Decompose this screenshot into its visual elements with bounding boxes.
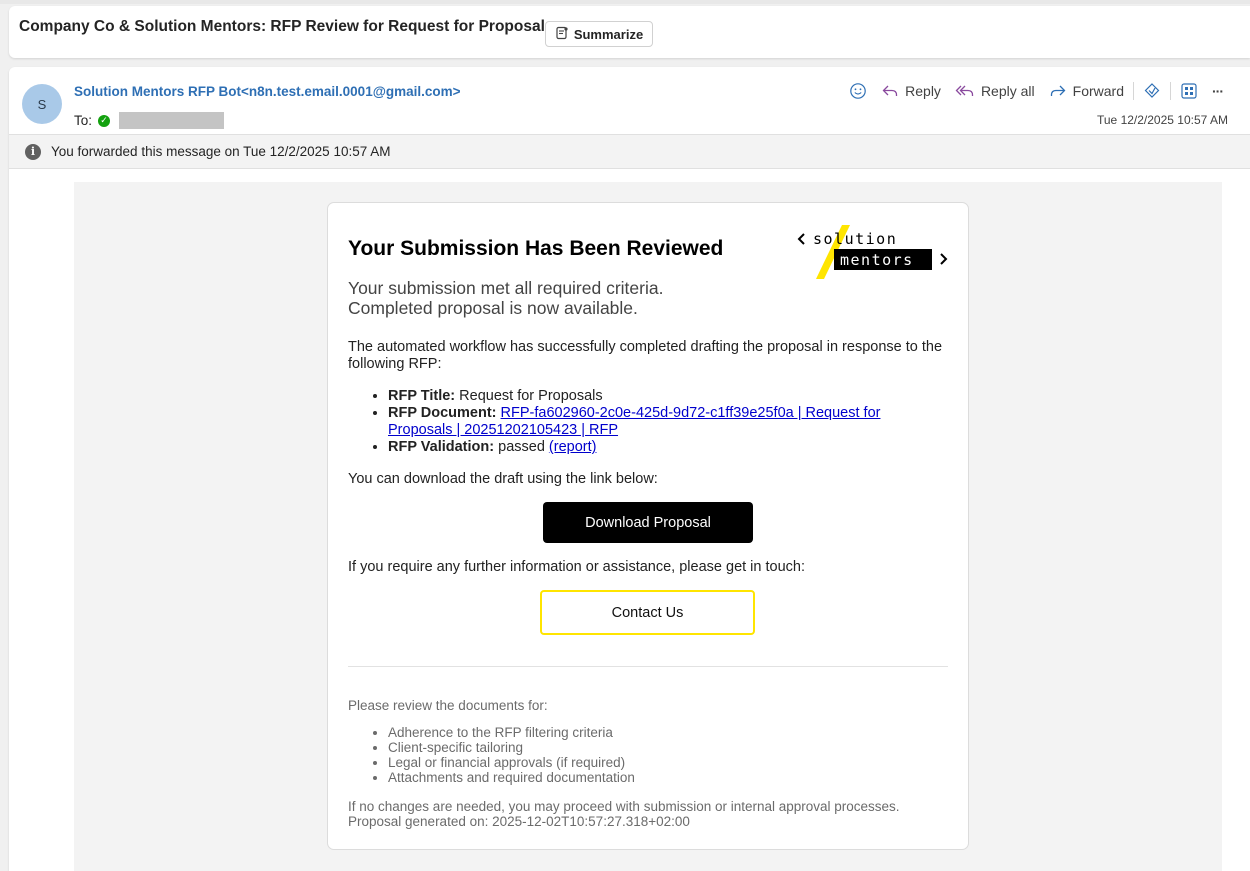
toolbar-separator [1133, 82, 1134, 100]
sender-line[interactable]: Solution Mentors RFP Bot<n8n.test.email.… [74, 84, 461, 99]
forward-button[interactable]: Forward [1042, 79, 1131, 103]
message-actions: Reply Reply all Forward ··· [842, 79, 1230, 103]
subject-header: Company Co & Solution Mentors: RFP Revie… [9, 6, 1250, 58]
reply-arrow-icon [881, 83, 899, 99]
contact-instruction: If you require any further information o… [348, 559, 805, 575]
rfp-validation-label: RFP Validation: [388, 439, 495, 455]
subheading-line-2: Completed proposal is now available. [348, 298, 638, 318]
copilot-icon [1143, 82, 1161, 100]
toolbar-separator [1170, 82, 1171, 100]
review-item: Legal or financial approvals (if require… [388, 755, 635, 770]
intro-paragraph: The automated workflow has successfully … [348, 339, 943, 372]
message-pane: S Solution Mentors RFP Bot<n8n.test.emai… [9, 67, 1250, 871]
redacted-recipient [119, 112, 225, 129]
copilot-button[interactable] [1136, 79, 1168, 103]
proposal-generated-timestamp: Proposal generated on: 2025-12-02T10:57:… [348, 814, 690, 829]
review-item: Adherence to the RFP filtering criteria [388, 725, 635, 740]
rfp-document-label: RFP Document: [388, 405, 497, 421]
review-intro: Please review the documents for: [348, 698, 548, 713]
smiley-icon [849, 82, 867, 100]
message-date: Tue 12/2/2025 10:57 AM [1097, 113, 1228, 127]
content-divider [348, 666, 948, 667]
review-item: Attachments and required documentation [388, 770, 635, 785]
rfp-details-list: RFP Title: Request for Proposals RFP Doc… [388, 388, 928, 456]
review-item: Client-specific tailoring [388, 740, 635, 755]
download-proposal-button[interactable]: Download Proposal [543, 502, 753, 543]
reply-label: Reply [905, 83, 941, 99]
logo-word-solution: solution [813, 230, 897, 248]
info-icon: i [25, 143, 41, 160]
to-label: To: [74, 113, 93, 128]
summarize-label: Summarize [573, 26, 644, 42]
solution-mentors-logo: solution mentors [796, 221, 951, 281]
recipient-row: To: ✓ [74, 112, 225, 129]
forwarded-info-text: You forwarded this message on Tue 12/2/2… [51, 144, 391, 159]
review-checklist: Adherence to the RFP filtering criteria … [388, 725, 635, 785]
download-instruction: You can download the draft using the lin… [348, 471, 658, 487]
subheading-line-1: Your submission met all required criteri… [348, 278, 664, 298]
summarize-button[interactable]: Summarize [545, 21, 653, 47]
summarize-icon [555, 26, 569, 43]
validation-report-link[interactable]: (report) [549, 439, 597, 455]
sender-email: <n8n.test.email.0001@gmail.com> [241, 84, 461, 99]
emoji-reaction-button[interactable] [842, 79, 874, 103]
more-actions-button[interactable]: ··· [1205, 79, 1230, 103]
top-strip [0, 0, 1250, 4]
rfp-document-item: RFP Document: RFP-fa602960-2c0e-425d-9d7… [388, 405, 928, 439]
email-subject: Company Co & Solution Mentors: RFP Revie… [19, 18, 554, 35]
rfp-validation-value: passed [498, 439, 545, 455]
reply-all-label: Reply all [980, 83, 1035, 99]
email-subheading: Your submission met all required criteri… [348, 278, 663, 318]
rfp-title-label: RFP Title: [388, 388, 456, 404]
closing-line-1: If no changes are needed, you may procee… [348, 799, 900, 814]
closing-text: If no changes are needed, you may procee… [348, 799, 900, 829]
reply-all-icon [955, 83, 975, 99]
email-content-card: Your Submission Has Been Reviewed soluti… [327, 202, 969, 850]
forward-arrow-icon [1049, 83, 1067, 99]
reply-all-button[interactable]: Reply all [948, 79, 1042, 103]
apps-button[interactable] [1173, 79, 1205, 103]
reply-button[interactable]: Reply [874, 79, 948, 103]
more-icon: ··· [1212, 83, 1224, 99]
rfp-title-item: RFP Title: Request for Proposals [388, 388, 928, 405]
sender-name: Solution Mentors RFP Bot [74, 84, 241, 99]
sender-avatar[interactable]: S [22, 84, 62, 124]
forwarded-info-bar: i You forwarded this message on Tue 12/2… [9, 134, 1250, 169]
contact-us-button[interactable]: Contact Us [540, 590, 755, 635]
apps-grid-icon [1180, 82, 1198, 100]
presence-check-icon: ✓ [98, 114, 111, 127]
email-body-background: Your Submission Has Been Reviewed soluti… [74, 182, 1222, 871]
forward-label: Forward [1072, 83, 1124, 99]
rfp-validation-item: RFP Validation: passed (report) [388, 439, 928, 456]
rfp-title-value: Request for Proposals [459, 388, 603, 404]
logo-word-mentors: mentors [840, 251, 914, 269]
email-heading: Your Submission Has Been Reviewed [348, 237, 724, 260]
